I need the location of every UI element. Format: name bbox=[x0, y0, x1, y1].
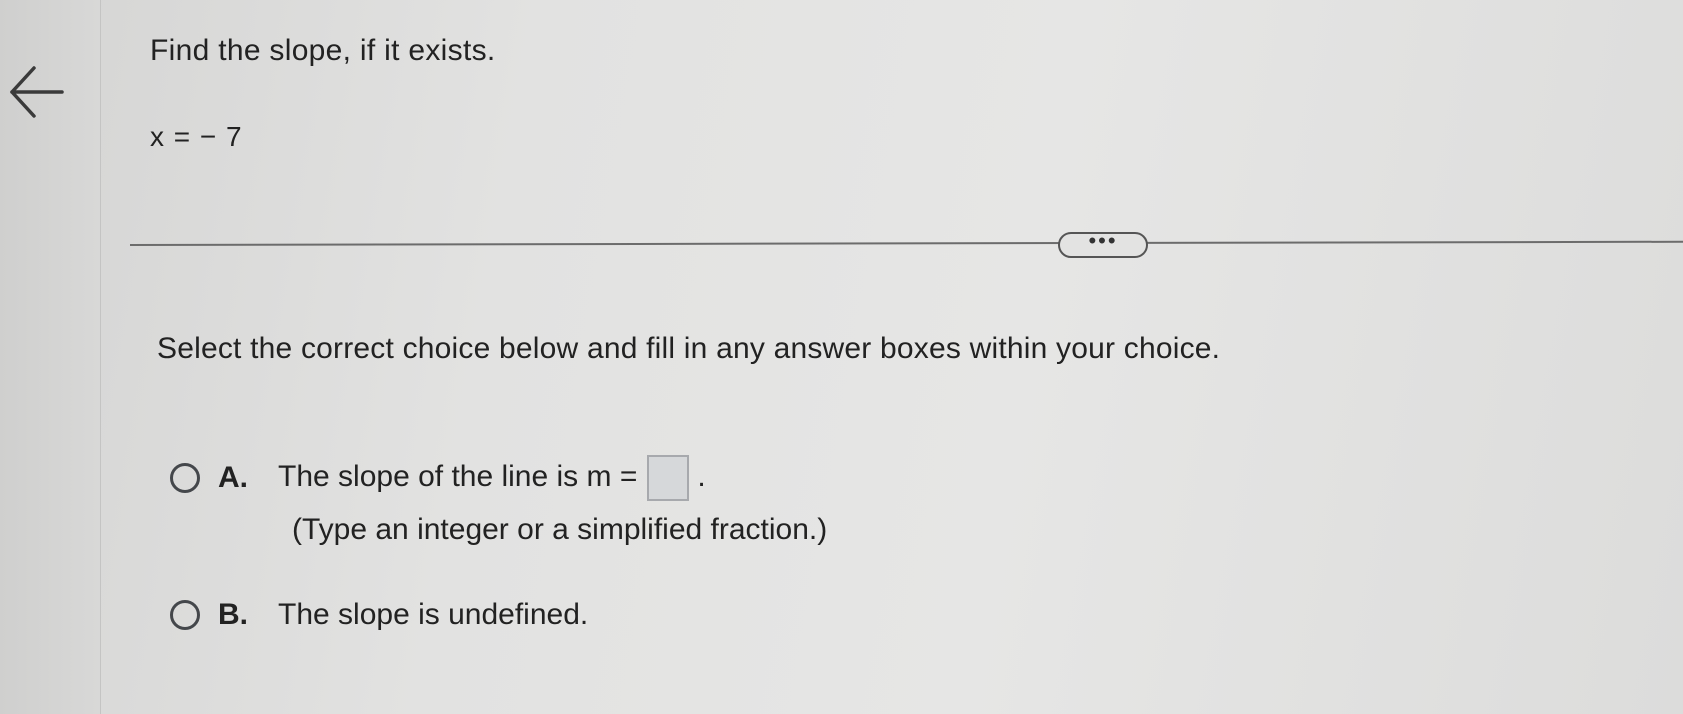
choice-a-text: The slope of the line is m =. bbox=[278, 455, 706, 501]
more-button[interactable]: ••• bbox=[1058, 228, 1148, 258]
question-title: Find the slope, if it exists. bbox=[150, 34, 496, 67]
choice-b-text: The slope is undefined. bbox=[278, 598, 589, 631]
choice-b-letter: B. bbox=[218, 598, 248, 631]
left-rail bbox=[0, 0, 101, 714]
choice-a-hint: (Type an integer or a simplified fractio… bbox=[292, 513, 828, 546]
choice-a-letter: A. bbox=[218, 461, 248, 494]
choice-a-radio[interactable] bbox=[170, 463, 200, 493]
choice-a[interactable]: A. The slope of the line is m =. bbox=[170, 455, 706, 501]
divider-line bbox=[129, 240, 1683, 246]
more-icon: ••• bbox=[1088, 228, 1118, 253]
choice-b[interactable]: B. The slope is undefined. bbox=[170, 598, 588, 632]
back-button[interactable] bbox=[6, 60, 66, 120]
instruction-text: Select the correct choice below and fill… bbox=[157, 332, 1221, 365]
slope-answer-box[interactable] bbox=[647, 455, 690, 501]
screen: Find the slope, if it exists. x = − 7 ••… bbox=[0, 0, 1683, 714]
choice-a-text-after: . bbox=[697, 459, 706, 493]
arrow-left-icon bbox=[10, 66, 64, 118]
choice-b-radio[interactable] bbox=[170, 600, 200, 630]
equation: x = − 7 bbox=[150, 121, 243, 152]
choice-a-text-before: The slope of the line is m = bbox=[278, 459, 638, 493]
